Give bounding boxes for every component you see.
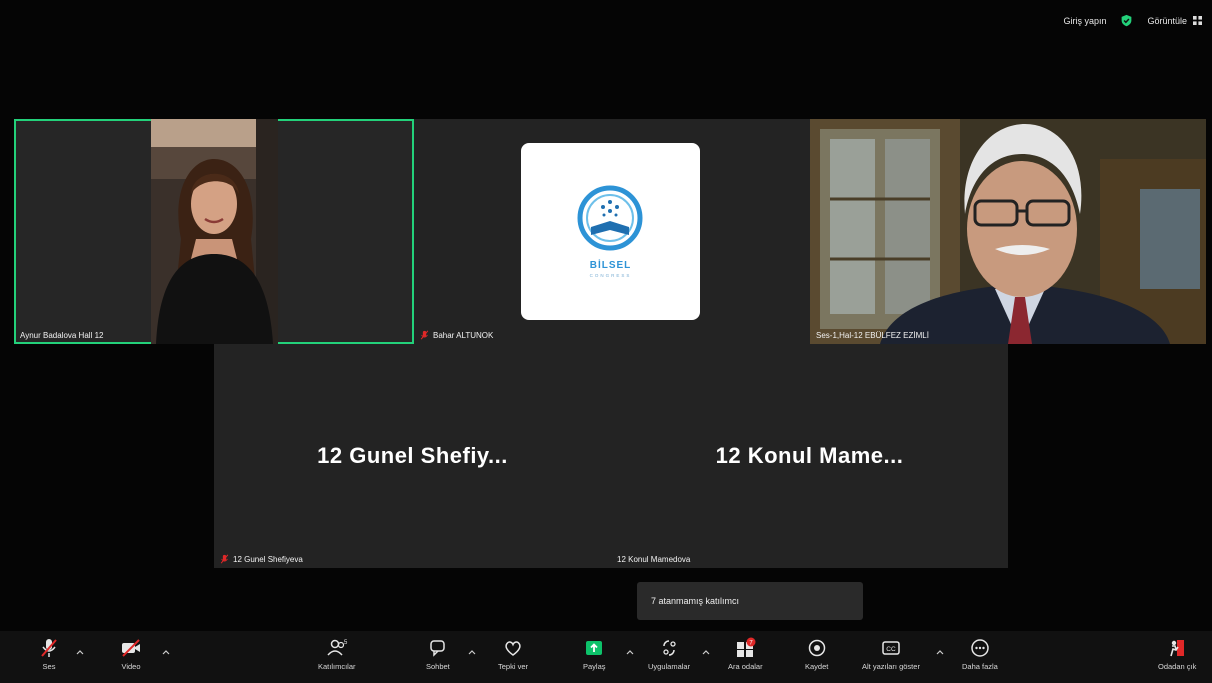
logo-subtitle: CONGRESS: [589, 273, 632, 278]
record-icon: [808, 639, 825, 657]
meeting-toolbar: Ses Video 5 Katılımcılar Sohbet Tepki ve…: [0, 631, 1212, 683]
chat-icon: [430, 640, 445, 657]
video-tile-gunel[interactable]: 12 Gunel Shefiy... 12 Gunel Shefiyeva: [214, 344, 611, 568]
bilsel-logo-mark-icon: [577, 185, 643, 251]
video-tile-ebulfez[interactable]: Ses-1,Hal-12 EBÜLFEZ EZİMLİ: [810, 119, 1206, 344]
video-options-chevron-icon[interactable]: [162, 649, 170, 657]
participant-name-label: 12 Gunel Shefiyeva: [220, 554, 303, 564]
breakout-rooms-button[interactable]: 7 Ara odalar: [728, 637, 763, 671]
video-off-icon: [122, 639, 140, 657]
mic-muted-icon: [220, 554, 229, 564]
video-tile-konul[interactable]: 12 Konul Mame... 12 Konul Mamedova: [611, 344, 1008, 568]
view-label: Görüntüle: [1147, 15, 1187, 26]
participant-display-name: 12 Gunel Shefiy...: [317, 443, 508, 468]
participant-name-label: 12 Konul Mamedova: [617, 555, 691, 564]
apps-icon: [663, 640, 676, 656]
video-tile-aynur[interactable]: Aynur Badalova Hall 12: [14, 119, 414, 344]
more-button[interactable]: Daha fazla: [962, 637, 998, 671]
chat-options-chevron-icon[interactable]: [468, 649, 476, 657]
leave-room-icon: [1170, 640, 1185, 657]
bilsel-logo: BİLSEL CONGRESS: [521, 143, 700, 320]
participant-name-label: Bahar ALTUNOK: [420, 330, 493, 340]
chat-button[interactable]: Sohbet: [426, 637, 450, 671]
captions-button[interactable]: CC Alt yazıları göster: [862, 637, 920, 671]
logo-title: BİLSEL: [589, 260, 632, 271]
participant-video-ebulfez: [810, 119, 1206, 344]
apps-options-chevron-icon[interactable]: [702, 649, 710, 657]
participant-name-label: Ses-1,Hal-12 EBÜLFEZ EZİMLİ: [816, 331, 929, 340]
svg-text:CC: CC: [886, 646, 896, 653]
shield-check-icon[interactable]: [1120, 14, 1133, 27]
view-button[interactable]: Görüntüle: [1147, 16, 1202, 26]
participant-name-label: Aynur Badalova Hall 12: [20, 331, 104, 340]
share-screen-icon: [586, 641, 603, 655]
video-tile-bahar[interactable]: BİLSEL CONGRESS Bahar ALTUNOK: [414, 119, 810, 344]
mic-muted-icon: [420, 330, 429, 340]
reactions-button[interactable]: Tepki ver: [498, 637, 528, 671]
apps-button[interactable]: Uygulamalar: [648, 637, 690, 671]
share-button[interactable]: Paylaş: [583, 637, 606, 671]
participants-button[interactable]: 5 Katılımcılar: [318, 637, 356, 671]
audio-options-chevron-icon[interactable]: [76, 649, 84, 657]
sign-in-link[interactable]: Giriş yapın: [1063, 16, 1106, 26]
closed-captions-icon: CC: [882, 641, 900, 655]
breakout-rooms-icon: 7: [737, 637, 756, 657]
video-button[interactable]: Video: [120, 637, 142, 671]
top-bar: Giriş yapın Görüntüle: [1063, 14, 1202, 27]
share-options-chevron-icon[interactable]: [626, 649, 634, 657]
heart-icon: [505, 641, 521, 656]
captions-options-chevron-icon[interactable]: [936, 649, 944, 657]
grid-view-icon: [1193, 16, 1202, 25]
participants-count: 5: [344, 640, 348, 646]
more-options-icon: [971, 639, 989, 657]
record-button[interactable]: Kaydet: [805, 637, 828, 671]
unassigned-participants-notification[interactable]: 7 atanmamış katılımcı: [637, 582, 863, 620]
mic-muted-icon: [41, 639, 57, 657]
audio-button[interactable]: Ses: [38, 637, 60, 671]
participants-icon: 5: [327, 639, 348, 656]
participant-video-aynur: [151, 119, 278, 344]
participant-display-name: 12 Konul Mame...: [715, 443, 904, 468]
leave-room-button[interactable]: Odadan çık: [1158, 637, 1196, 671]
